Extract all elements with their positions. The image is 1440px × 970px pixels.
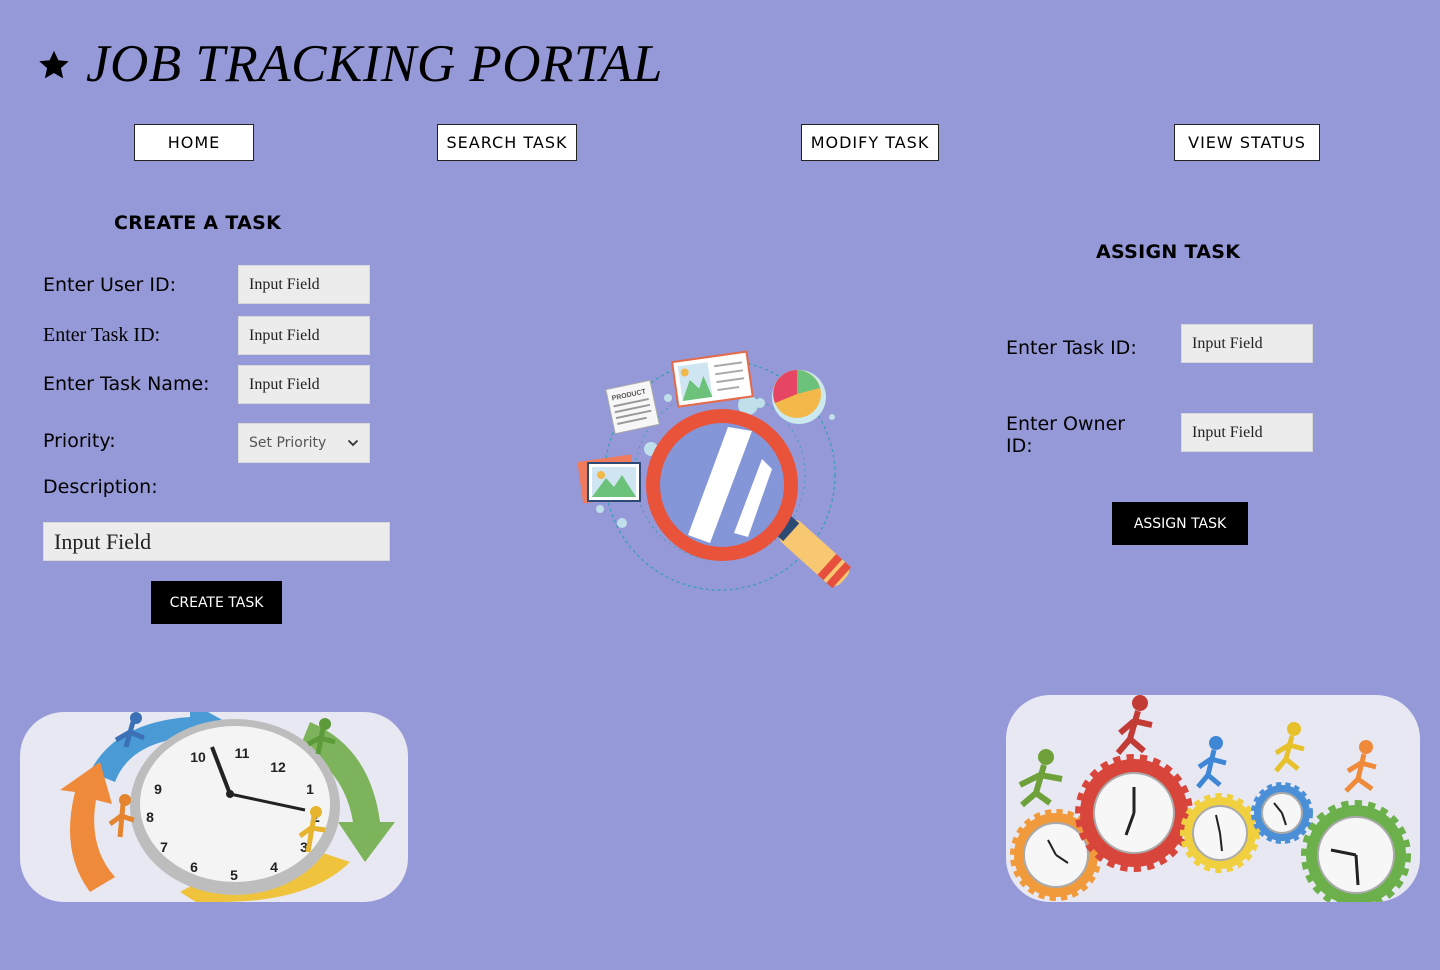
page-header: JOB TRACKING PORTAL (36, 38, 663, 91)
svg-text:6: 6 (190, 859, 198, 875)
view-status-button[interactable]: VIEW STATUS (1174, 124, 1320, 161)
svg-text:5: 5 (230, 867, 238, 883)
assign-task-id-label: Enter Task ID: (1006, 337, 1137, 359)
task-id-input[interactable]: Input Field (238, 316, 370, 355)
svg-text:9: 9 (154, 781, 162, 797)
assign-task-button[interactable]: ASSIGN TASK (1112, 502, 1248, 545)
user-id-input[interactable]: Input Field (238, 265, 370, 304)
description-input[interactable]: Input Field (43, 522, 390, 561)
svg-text:11: 11 (235, 745, 250, 761)
gears-icon (1010, 695, 1411, 902)
task-name-input[interactable]: Input Field (238, 365, 370, 404)
svg-text:7: 7 (160, 839, 168, 855)
svg-text:4: 4 (270, 859, 278, 875)
description-label: Description: (43, 476, 158, 498)
svg-text:12: 12 (270, 759, 286, 775)
task-name-label: Enter Task Name: (43, 373, 210, 395)
priority-select-value: Set Priority (249, 435, 327, 451)
modify-task-button[interactable]: MODIFY TASK (801, 124, 939, 161)
assign-task-heading: ASSIGN TASK (1096, 241, 1241, 263)
owner-id-input[interactable]: Input Field (1181, 413, 1313, 452)
clock-cycle-image: 12 1 2 3 4 5 6 7 8 9 10 11 (20, 712, 408, 902)
chevron-down-icon (347, 439, 359, 447)
priority-label: Priority: (43, 430, 116, 452)
create-task-heading: CREATE A TASK (114, 212, 282, 234)
create-task-button[interactable]: CREATE TASK (151, 581, 282, 624)
page-title: JOB TRACKING PORTAL (86, 35, 663, 93)
task-id-label: Enter Task ID: (43, 324, 161, 346)
user-id-label: Enter User ID: (43, 274, 177, 296)
home-button[interactable]: HOME (134, 124, 254, 161)
svg-text:8: 8 (146, 809, 154, 825)
svg-text:10: 10 (190, 749, 206, 765)
assign-task-id-input[interactable]: Input Field (1181, 324, 1313, 363)
search-illustration: PRODUCT (577, 350, 852, 591)
search-task-button[interactable]: SEARCH TASK (437, 124, 577, 161)
gears-runners-image (1006, 695, 1420, 902)
owner-id-label: Enter Owner ID: (1006, 413, 1126, 457)
svg-text:1: 1 (306, 781, 314, 797)
clock-icon: 12 1 2 3 4 5 6 7 8 9 10 11 (60, 712, 395, 902)
star-icon (39, 50, 69, 78)
priority-select[interactable]: Set Priority (238, 423, 370, 463)
